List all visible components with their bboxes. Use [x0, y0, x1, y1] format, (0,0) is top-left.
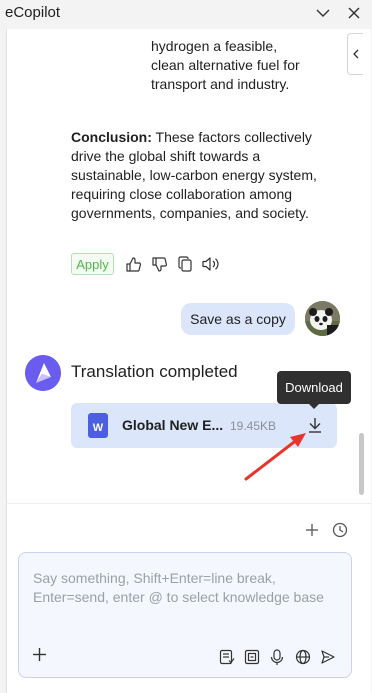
ecopilot-logo-icon [25, 355, 61, 391]
file-name: Global New E... [122, 417, 224, 433]
chat-scrollbar[interactable] [359, 433, 364, 495]
user-message-bubble: Save as a copy [181, 303, 295, 335]
chevron-down-icon[interactable] [312, 2, 334, 24]
send-icon[interactable] [319, 648, 337, 666]
user-avatar [305, 301, 340, 336]
bot-message-conclusion: Conclusion: These factors collectively d… [71, 128, 321, 223]
input-divider [6, 503, 371, 504]
conclusion-label: Conclusion: [71, 129, 152, 145]
globe-icon[interactable] [294, 648, 312, 666]
chevron-left-icon [353, 49, 359, 59]
tooltip-pointer [308, 403, 320, 409]
new-chat-icon[interactable] [303, 521, 321, 539]
thumbs-up-icon[interactable] [124, 255, 142, 273]
apply-button[interactable]: Apply [71, 253, 114, 275]
microphone-icon[interactable] [268, 648, 286, 666]
annotation-arrow-icon [244, 433, 306, 481]
bot-message-paragraph: hydrogen a feasible, clean alternative f… [151, 38, 300, 92]
close-icon[interactable] [343, 2, 365, 24]
thumbs-down-icon[interactable] [150, 255, 168, 273]
file-type-letter: W [93, 422, 104, 434]
add-attachment-icon[interactable] [30, 645, 48, 663]
history-icon[interactable] [331, 521, 349, 539]
message-input-box[interactable]: Say something, Shift+Enter=line break, E… [18, 552, 352, 678]
window-title: eCopilot [5, 4, 61, 21]
collapse-panel-button[interactable] [347, 33, 363, 75]
prompt-template-icon[interactable] [218, 648, 236, 666]
message-input-placeholder[interactable]: Say something, Shift+Enter=line break, E… [33, 569, 338, 607]
word-document-icon: W [88, 413, 108, 438]
bot-status-message: Translation completed [71, 362, 238, 381]
title-bar: eCopilot [0, 0, 372, 28]
download-tooltip: Download [277, 371, 351, 404]
copy-icon[interactable] [176, 255, 194, 273]
screenshot-icon[interactable] [243, 648, 261, 666]
speaker-icon[interactable] [202, 255, 220, 273]
